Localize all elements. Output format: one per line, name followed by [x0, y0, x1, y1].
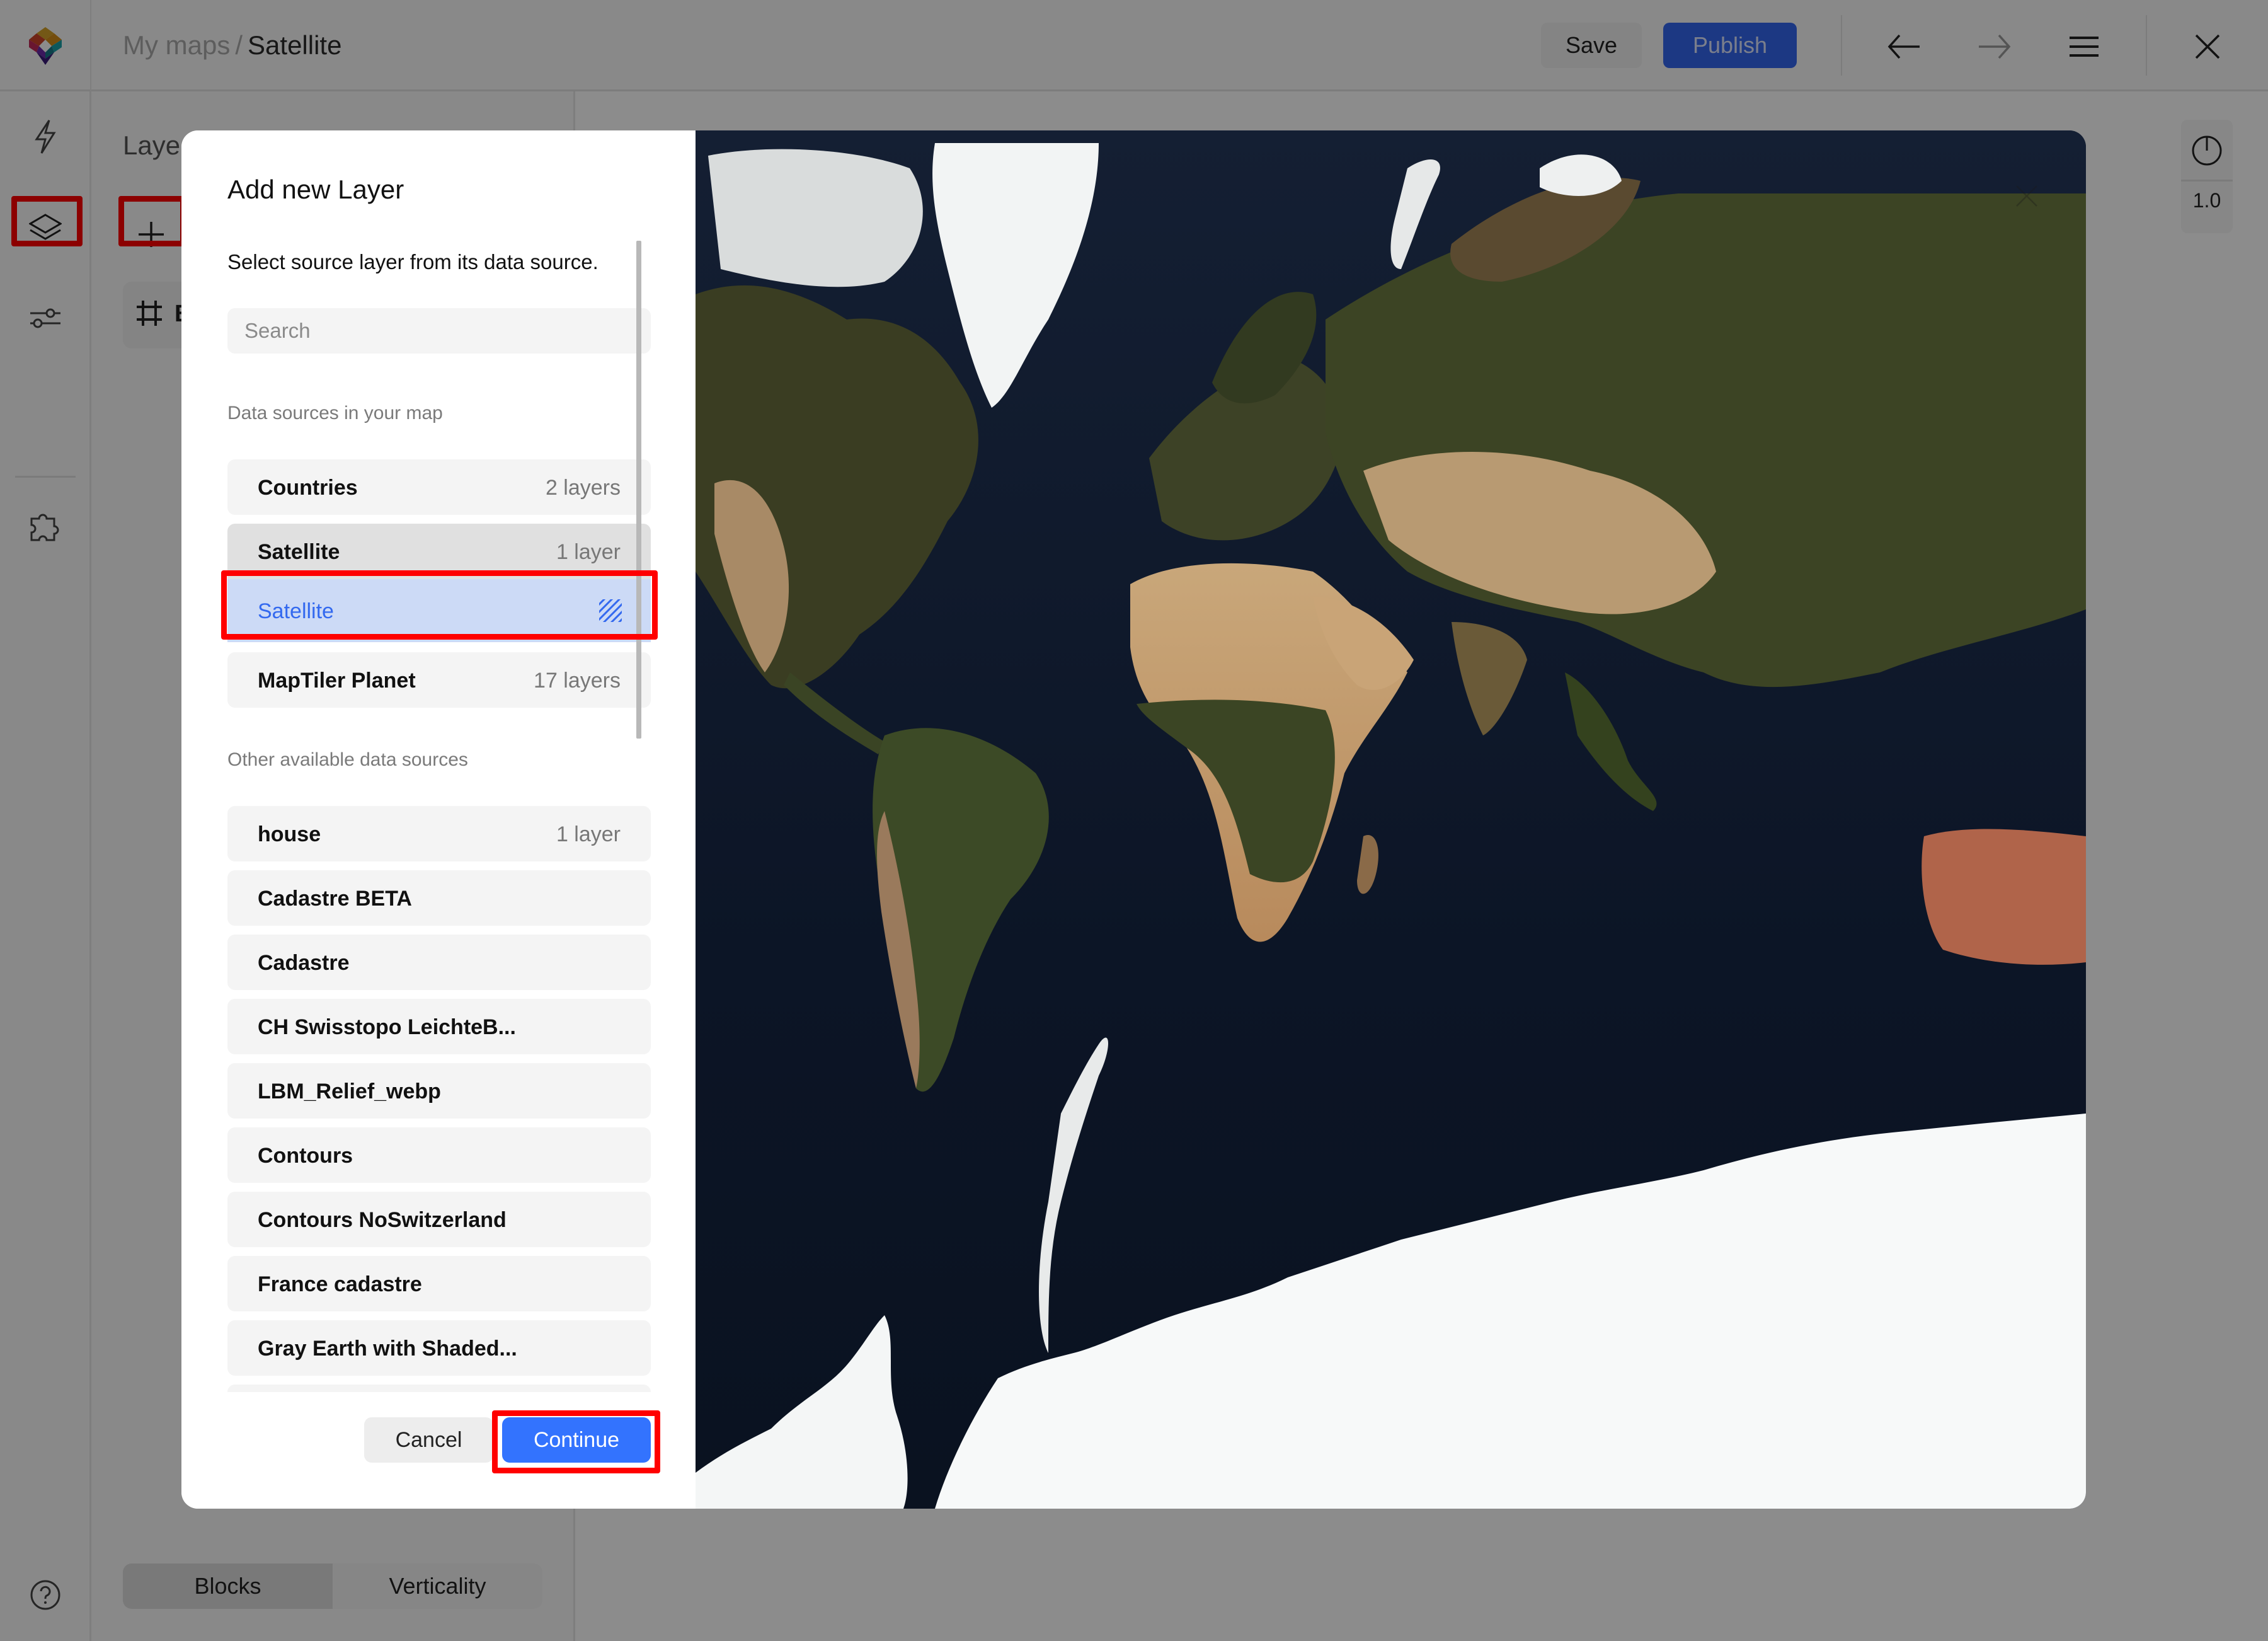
landmass-australia: [1922, 829, 2086, 965]
section-label-in-map: Data sources in your map: [227, 403, 443, 423]
source-name: Satellite: [258, 540, 340, 564]
add-layer-modal: Add new Layer Select source layer from i…: [181, 130, 2086, 1509]
source-item-other[interactable]: Cadastre BETA: [227, 870, 651, 926]
source-item-other[interactable]: Contours NoSwitzerland: [227, 1192, 651, 1247]
preview-close-button[interactable]: [2014, 183, 2039, 212]
source-item-other[interactable]: France cadastre: [227, 1256, 651, 1311]
source-name: Countries: [258, 476, 358, 500]
source-layer-name: Satellite: [258, 599, 334, 623]
section-label-other: Other available data sources: [227, 749, 468, 770]
source-item-satellite[interactable]: Satellite 1 layer: [227, 524, 651, 579]
source-name: Gray Earth with Shaded...: [258, 1337, 517, 1361]
source-name: France cadastre: [258, 1272, 422, 1296]
source-item-other[interactable]: LBM_Relief_webp: [227, 1063, 651, 1119]
source-item-other[interactable]: Cadastre: [227, 935, 651, 990]
modal-subtitle: Select source layer from its data source…: [227, 250, 598, 274]
source-name: Contours: [258, 1144, 353, 1168]
source-layer-count: 1 layer: [556, 540, 621, 564]
world-map-image: [696, 130, 2086, 1509]
source-list-scrollbar[interactable]: [636, 241, 641, 739]
source-item-other[interactable]: Contours: [227, 1127, 651, 1183]
source-item-maptiler-planet[interactable]: MapTiler Planet 17 layers: [227, 652, 651, 708]
source-item-countries[interactable]: Countries 2 layers: [227, 459, 651, 515]
cancel-button[interactable]: Cancel: [364, 1417, 493, 1463]
source-item-other[interactable]: [227, 1385, 651, 1392]
source-layer-count: 2 layers: [545, 476, 621, 500]
source-layer-count: 17 layers: [534, 669, 621, 693]
source-item-other[interactable]: house 1 layer: [227, 806, 651, 861]
close-icon: [2016, 185, 2037, 207]
search-input[interactable]: [227, 308, 651, 354]
source-layer-satellite[interactable]: Satellite: [227, 579, 651, 642]
modal-source-pane: Add new Layer Select source layer from i…: [181, 130, 696, 1509]
source-name: house: [258, 822, 321, 846]
source-item-other[interactable]: CH Swisstopo LeichteB...: [227, 999, 651, 1054]
source-list-scroll[interactable]: Data sources in your map Countries 2 lay…: [227, 308, 656, 1392]
source-name: Cadastre BETA: [258, 887, 412, 911]
satellite-preview-map[interactable]: [696, 130, 2086, 1509]
source-layer-count: 1 layer: [556, 822, 621, 846]
source-name: Cadastre: [258, 951, 350, 975]
source-item-other[interactable]: Gray Earth with Shaded...: [227, 1320, 651, 1376]
source-name: Contours NoSwitzerland: [258, 1208, 507, 1232]
raster-hatch-icon: [599, 599, 622, 622]
source-name: MapTiler Planet: [258, 669, 416, 693]
landmass-arctic-canada: [708, 149, 923, 287]
source-name: CH Swisstopo LeichteB...: [258, 1015, 516, 1039]
modal-title: Add new Layer: [227, 175, 404, 204]
source-name: LBM_Relief_webp: [258, 1080, 441, 1103]
continue-button[interactable]: Continue: [502, 1417, 651, 1463]
